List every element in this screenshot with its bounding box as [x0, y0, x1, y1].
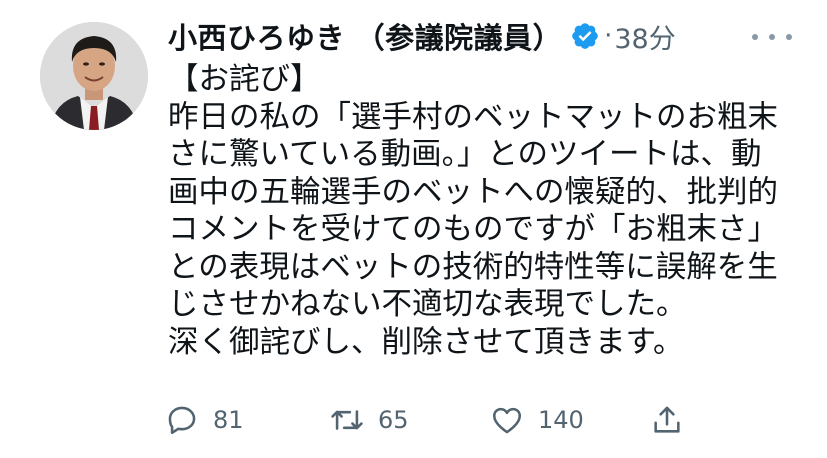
more-dot — [786, 34, 792, 40]
tweet-line: 深く御詫びし、削除させて頂きます。 — [168, 324, 684, 360]
header-separator: · — [604, 21, 613, 51]
share-icon — [654, 406, 680, 433]
tweet-header: 小西ひろゆき （参議院議員） · 38分 — [168, 14, 676, 58]
tweet-line: じさせかねない不適切な表現でした。 — [168, 287, 687, 322]
tweet-text: 【お詫び】 昨日の私の「選手村のベットマットのお粗末 さに驚いている動画。」との… — [168, 61, 778, 361]
more-dot — [752, 34, 758, 40]
tweet-line: 【お詫び】 — [168, 62, 321, 97]
retweet-button[interactable]: 65 — [330, 400, 409, 440]
retweet-count: 65 — [378, 406, 409, 434]
reply-button[interactable]: 81 — [165, 400, 244, 440]
like-button[interactable]: 140 — [490, 400, 584, 440]
more-options-icon[interactable] — [752, 22, 792, 52]
reply-count: 81 — [213, 406, 244, 434]
share-button[interactable] — [650, 400, 684, 440]
tweet-line: 画中の五輪選手のベットへの懐疑的、批判的 — [168, 174, 778, 210]
avatar-photo — [40, 22, 148, 130]
avatar[interactable] — [40, 22, 148, 130]
retweet-icon — [331, 410, 363, 430]
heart-icon — [492, 407, 522, 434]
tweet-line: さに驚いている動画。」とのツイートは、動 — [168, 137, 762, 172]
timestamp[interactable]: 38分 — [614, 17, 675, 56]
verified-badge-icon — [570, 21, 600, 51]
tweet-line: との表現はベットの技術的特性等に誤解を生 — [168, 249, 778, 285]
like-count: 140 — [538, 406, 584, 434]
tweet-line: コメントを受けてのものですが「お粗末さ」 — [168, 212, 778, 247]
reply-icon — [168, 406, 196, 435]
tweet-actions: 81 65 140 — [165, 400, 685, 440]
tweet-line: 昨日の私の「選手村のベットマットのお粗末 — [168, 99, 778, 135]
author-name[interactable]: 小西ひろゆき （参議院議員） — [168, 15, 562, 57]
more-dot — [769, 34, 775, 40]
